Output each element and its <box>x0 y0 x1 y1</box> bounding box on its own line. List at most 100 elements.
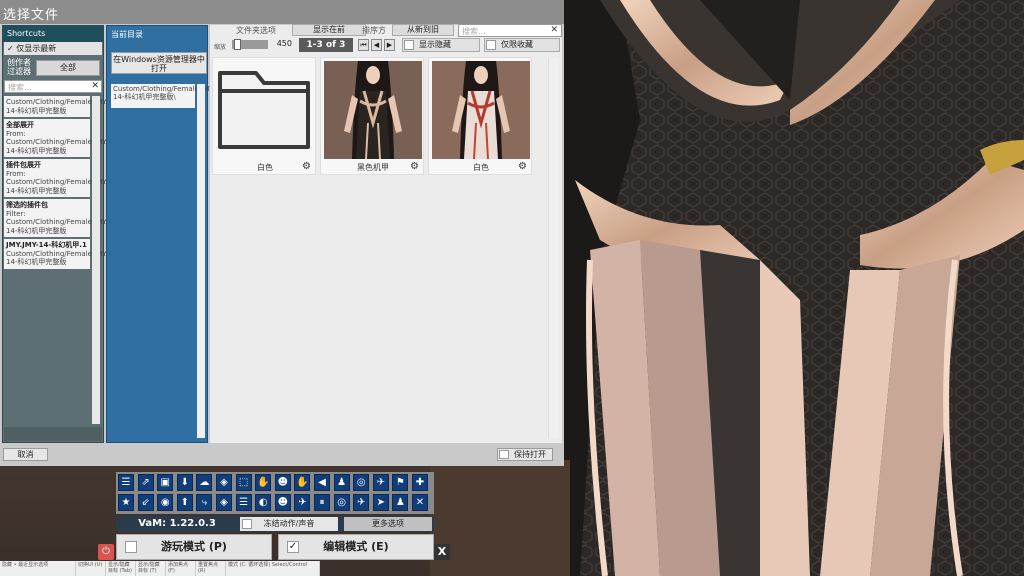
gear-icon[interactable]: ⚙ <box>518 162 527 172</box>
hotkey-hint: 隐藏 • 最近显示选项 <box>0 561 76 576</box>
thumbnail-image <box>432 61 530 159</box>
dialog-title: 选择文件 <box>3 8 60 23</box>
checkbox <box>404 40 414 50</box>
checkbox <box>486 40 496 50</box>
next-page-icon[interactable]: ▶ <box>384 39 395 51</box>
shortcuts-list: Custom/Clothing/Female/JMY/JMY-14-科幻机甲完整… <box>4 96 123 271</box>
edit-mode-button[interactable]: ✓ 编辑模式 (E) <box>278 534 434 560</box>
menu-tool-icon[interactable]: ⇙ <box>137 494 154 511</box>
edit-mode-label: 编辑模式 (E) <box>323 540 389 553</box>
dialog-titlebar <box>0 0 564 24</box>
menu-tool-icon[interactable]: ✈ <box>294 494 311 511</box>
favorites-only-toggle[interactable]: 仅限收藏 <box>484 38 560 52</box>
file-tile[interactable]: 黑色机甲 ⚙ <box>320 57 424 175</box>
creator-filter-select[interactable]: 全部 <box>36 60 100 76</box>
thumbnail-image <box>324 61 422 159</box>
zoom-value: 450 <box>276 39 292 48</box>
menu-tool-icon[interactable]: ✈ <box>372 474 389 491</box>
menu-tool-icon[interactable]: ◀ <box>314 474 330 491</box>
menu-tool-icon[interactable]: ☰ <box>235 494 252 511</box>
menu-tool-icon[interactable]: ⏸ <box>314 494 330 511</box>
menu-tool-icon[interactable]: ◈ <box>216 474 232 491</box>
sort-select[interactable]: 从新到旧 <box>392 24 454 36</box>
shortcut-item[interactable]: 全部展开 From: Custom/Clothing/Female/JMY/JMY… <box>4 119 123 157</box>
file-browser: 文件夹选项 显示在前 排序方 从新到旧 搜索... ✕ 缩放 450 1-3 o… <box>210 24 562 443</box>
file-search-input[interactable]: 搜索... ✕ <box>458 24 562 37</box>
more-options-button[interactable]: 更多选项 <box>344 517 432 531</box>
menu-tool-icon[interactable]: ✈ <box>353 494 370 511</box>
show-first-button[interactable]: 显示在前 <box>292 24 366 36</box>
folder-tile[interactable]: 白色 ⚙ <box>212 57 316 175</box>
menu-tool-icon[interactable]: ★ <box>118 494 134 511</box>
menu-tool-icon[interactable]: ▣ <box>157 474 174 491</box>
gear-icon[interactable]: ⚙ <box>410 162 419 172</box>
file-tile[interactable]: 白色 ⚙ <box>428 57 532 175</box>
hotkey-statusbar: 隐藏 • 最近显示选项 切换UI (U) 显示/隐藏目标 (Tab) 显示/隐藏目标 … <box>0 561 320 576</box>
menu-tool-icon[interactable]: ✋ <box>255 474 272 491</box>
shortcut-item[interactable]: Custom/Clothing/Female/JMY/JMY-14-科幻机甲完整… <box>4 96 123 117</box>
first-page-icon[interactable]: ⏮ <box>358 39 369 51</box>
menu-tool-icon[interactable]: ☰ <box>118 474 134 491</box>
menu-tool-icon[interactable]: ☁ <box>196 474 213 491</box>
power-icon[interactable]: ⏻ <box>98 544 114 560</box>
file-search-placeholder: 搜索... <box>462 27 486 36</box>
shortcuts-scrollbar[interactable] <box>92 96 100 424</box>
shortcuts-search-input[interactable]: 搜索... ✕ <box>4 80 102 93</box>
menu-tool-icon[interactable]: ◉ <box>157 494 174 511</box>
prev-page-icon[interactable]: ◀ <box>371 39 382 51</box>
menu-tool-icon[interactable]: ⚑ <box>392 474 409 491</box>
menu-tool-icon[interactable]: ➤ <box>372 494 389 511</box>
shortcut-title: 全部展开 <box>6 121 34 129</box>
page-indicator: 1-3 of 3 <box>299 38 353 52</box>
menu-tool-icon[interactable]: ⇗ <box>137 474 154 491</box>
menu-tool-icon[interactable]: ◐ <box>255 494 272 511</box>
zoom-slider-handle[interactable] <box>234 39 241 50</box>
hotkey-hint: 显示/隐藏目标 (T) <box>136 561 166 576</box>
menu-tool-icon[interactable]: ⬇ <box>176 474 193 491</box>
menu-tool-icon[interactable]: ◎ <box>353 474 370 491</box>
shortcut-item[interactable]: JMY.JMY-14-科幻机甲.1 Custom/Clothing/Female/… <box>4 239 123 269</box>
freeze-motion-toggle[interactable]: 冻结动作/声音 <box>240 517 338 531</box>
creator-filter-label: 创作者过滤器 <box>7 58 31 76</box>
shortcuts-search-placeholder: 搜索... <box>8 83 32 92</box>
cancel-button[interactable]: 取消 <box>3 448 48 461</box>
menu-tool-icon[interactable]: ◎ <box>333 494 350 511</box>
hotkey-hint: 显示/隐藏目标 (Tab) <box>106 561 136 576</box>
show-latest-toggle[interactable]: ✓ 仅显示最新 <box>4 42 102 55</box>
show-hidden-label: 显示隐藏 <box>419 40 451 49</box>
menu-tool-icon[interactable]: ♟ <box>392 494 409 511</box>
shortcut-title: 筛选的插件包 <box>6 201 48 209</box>
current-directory-panel: 当前目录 在Windows资源管理器中打开 Custom/Clothing/Fe… <box>106 25 230 443</box>
play-mode-button[interactable]: 游玩模式 (P) <box>116 534 272 560</box>
keep-open-toggle[interactable]: 保持打开 <box>497 448 553 461</box>
menu-tool-icon[interactable]: ✚ <box>412 474 428 491</box>
menu-tool-icon[interactable]: ✋ <box>294 474 311 491</box>
shortcut-item[interactable]: 插件包展开 From: Custom/Clothing/Female/JMY/JM… <box>4 159 123 197</box>
shortcut-item[interactable]: 筛选的插件包 Filter: Custom/Clothing/Female/JMY… <box>4 199 123 237</box>
menu-tool-icon[interactable]: ⬆ <box>176 494 193 511</box>
current-directory-scrollbar[interactable] <box>197 84 205 438</box>
open-in-explorer-button[interactable]: 在Windows资源管理器中打开 <box>111 52 207 74</box>
current-directory-path[interactable]: Custom/Clothing/Female/JMY/JMY-14-科幻机甲完整… <box>111 84 230 108</box>
clear-search-icon[interactable]: ✕ <box>550 25 558 35</box>
menu-tool-icon[interactable]: ☻ <box>274 494 291 511</box>
clear-search-icon[interactable]: ✕ <box>91 81 99 91</box>
checkbox <box>499 450 509 459</box>
menu-tool-icon[interactable]: ☻ <box>274 474 291 491</box>
zoom-slider[interactable] <box>232 39 268 50</box>
menu-icon-grid: ☰ ⇗ ▣ ⬇ ☁ ◈ ⬚ ✋ ☻ ✋ ◀ ♟ ◎ ✈ ⚑ ✚ ★ ⇙ ◉ ⬆ ⤷ ◈ ☰ ◐ ☻ ✈ ⏸ ◎ ✈ ➤ ♟ ✕ <box>116 472 434 514</box>
menu-tool-icon[interactable]: ✕ <box>412 494 428 511</box>
show-hidden-toggle[interactable]: 显示隐藏 <box>402 38 480 52</box>
checkbox <box>242 519 252 529</box>
close-menu-button[interactable]: X <box>434 544 450 560</box>
menu-tool-icon[interactable]: ◈ <box>216 494 232 511</box>
show-latest-label: 仅显示最新 <box>16 44 57 53</box>
main-menu: ☰ ⇗ ▣ ⬇ ☁ ◈ ⬚ ✋ ☻ ✋ ◀ ♟ ◎ ✈ ⚑ ✚ ★ ⇙ ◉ ⬆ ⤷ ◈ ☰ ◐ ☻ ✈ ⏸ ◎ ✈ ➤ ♟ ✕ VaM: 1.… <box>114 470 434 562</box>
hotkey-hint: 重置焦点 (R) <box>196 561 226 576</box>
menu-tool-icon[interactable]: ♟ <box>333 474 350 491</box>
menu-tool-icon[interactable]: ⬚ <box>235 474 252 491</box>
version-bar: VaM: 1.22.0.3 冻结动作/声音 更多选项 <box>116 516 434 532</box>
gear-icon[interactable]: ⚙ <box>302 162 311 172</box>
file-browser-scrollbar[interactable] <box>548 57 558 439</box>
menu-tool-icon[interactable]: ⤷ <box>196 494 213 511</box>
